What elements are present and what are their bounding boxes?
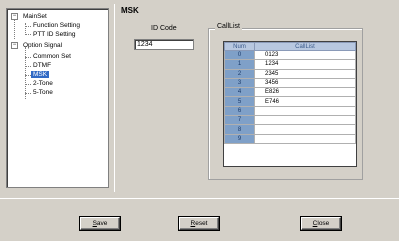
tree-item-label: MainSet: [23, 13, 47, 20]
msk-settings-window: − MainSet Function Setting PTT ID Settin…: [0, 0, 399, 241]
call-cell[interactable]: 0123: [254, 49, 356, 61]
calllist-group-title: CallList: [215, 23, 242, 30]
row-num: 2: [224, 68, 255, 79]
row-num: 0: [224, 49, 255, 61]
table-row[interactable]: 7: [224, 115, 356, 126]
tree-item-label: MSK: [31, 71, 50, 78]
id-code-field[interactable]: 1234: [134, 39, 194, 50]
row-num: 3: [224, 77, 255, 89]
save-label-rest: ave: [96, 220, 108, 227]
row-num: 7: [224, 115, 255, 126]
tree-item-label: DTMF: [33, 62, 52, 69]
row-num: 8: [224, 124, 255, 135]
collapse-icon[interactable]: −: [11, 13, 18, 20]
reset-button[interactable]: Reset: [179, 217, 219, 230]
row-num: 4: [224, 87, 255, 98]
id-code-label: ID Code: [151, 25, 177, 32]
table-row[interactable]: 0 0123: [224, 49, 356, 61]
row-num: 9: [224, 133, 255, 144]
tree-item-mainset[interactable]: MainSet: [21, 12, 49, 21]
close-label-rest: lose: [317, 220, 330, 227]
tree-item-label: 5-Tone: [33, 89, 53, 96]
calllist-column-header[interactable]: CallList: [254, 42, 356, 51]
tree-item-2-tone[interactable]: 2-Tone: [31, 79, 55, 88]
tree-item-msk[interactable]: MSK: [31, 70, 50, 79]
table-row[interactable]: 4 E826: [224, 87, 356, 98]
call-cell[interactable]: 2345: [254, 68, 356, 79]
call-cell[interactable]: [254, 115, 356, 126]
call-cell[interactable]: 1234: [254, 59, 356, 70]
call-cell[interactable]: E826: [254, 87, 356, 98]
num-column-header[interactable]: Num: [224, 42, 255, 51]
reset-label-rest: eset: [195, 220, 208, 227]
close-button[interactable]: Close: [301, 217, 341, 230]
tree-item-label: PTT ID Setting: [33, 31, 76, 38]
tree-item-ptt-id-setting[interactable]: PTT ID Setting: [31, 30, 78, 39]
table-row[interactable]: 2 2345: [224, 68, 356, 79]
table-row[interactable]: 1 1234: [224, 59, 356, 70]
settings-tree[interactable]: − MainSet Function Setting PTT ID Settin…: [6, 8, 109, 188]
tree-item-dtmf[interactable]: DTMF: [31, 61, 53, 70]
collapse-icon[interactable]: −: [11, 42, 18, 49]
tree-item-label: Common Set: [33, 53, 71, 60]
tree-item-option-signal[interactable]: Option Signal: [21, 41, 64, 50]
table-row[interactable]: 3 3456: [224, 77, 356, 89]
table-row[interactable]: 9: [224, 133, 356, 144]
row-num: 1: [224, 59, 255, 70]
table-row[interactable]: 5 E746: [224, 96, 356, 107]
row-num: 6: [224, 105, 255, 117]
call-cell[interactable]: [254, 133, 356, 144]
table-row[interactable]: 6: [224, 105, 356, 117]
tree-item-5-tone[interactable]: 5-Tone: [31, 88, 55, 97]
calllist-table: Num CallList 0 0123 1 1234 2 2345 3 3456 4 E8…: [224, 42, 356, 144]
tree-item-common-set[interactable]: Common Set: [31, 52, 73, 61]
tree-connector: [14, 17, 15, 39]
row-num: 5: [224, 96, 255, 107]
call-cell[interactable]: 3456: [254, 77, 356, 89]
call-cell[interactable]: [254, 105, 356, 117]
save-button[interactable]: Save: [80, 217, 120, 230]
call-cell[interactable]: [254, 124, 356, 135]
call-cell[interactable]: E746: [254, 96, 356, 107]
msk-panel: MSK ID Code 1234 CallList Num CallList 0…: [114, 4, 394, 192]
tree-item-function-setting[interactable]: Function Setting: [31, 21, 82, 30]
tree-item-label: Option Signal: [23, 42, 63, 49]
grid-header-row: Num CallList: [224, 42, 356, 51]
table-row[interactable]: 8: [224, 124, 356, 135]
section-title: MSK: [121, 6, 139, 15]
tree-item-label: 2-Tone: [33, 80, 53, 87]
tree-item-label: Function Setting: [33, 22, 80, 29]
tree-connector: [25, 47, 26, 99]
calllist-grid[interactable]: Num CallList 0 0123 1 1234 2 2345 3 3456 4 E8…: [223, 41, 357, 167]
